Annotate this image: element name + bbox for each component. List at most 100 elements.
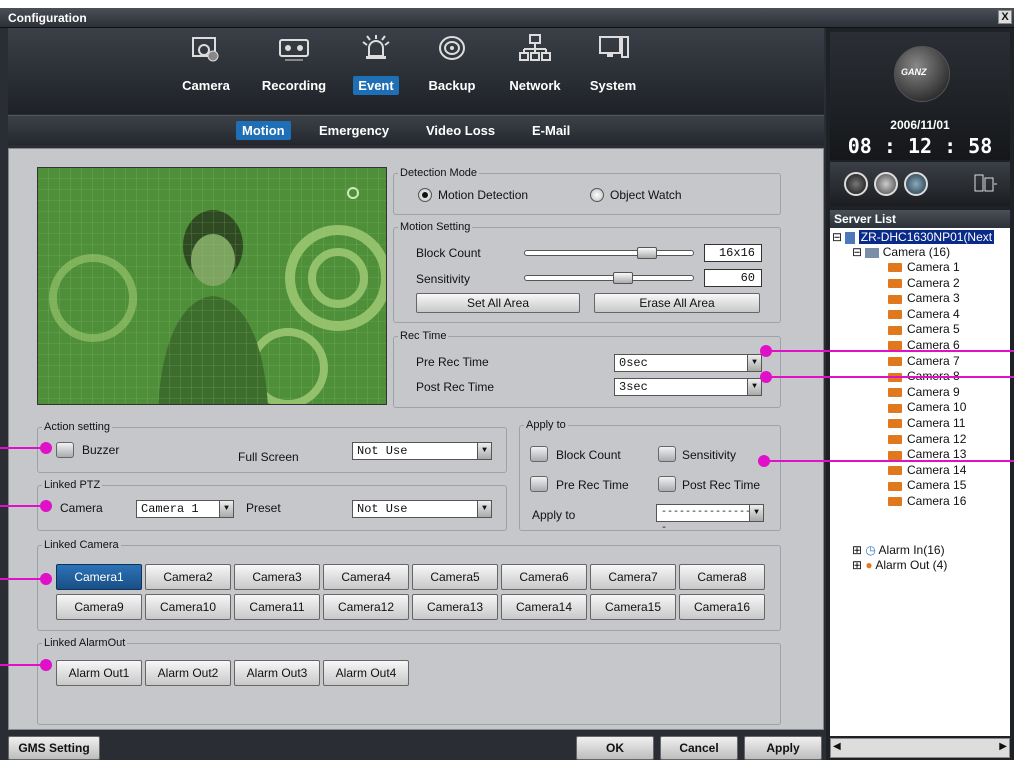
tree-server-node[interactable]: ⊟ ZR-DHC1630NP01(Next <box>832 230 995 245</box>
radio-label: Motion Detection <box>438 188 529 202</box>
linked-camera-button[interactable]: Camera1 <box>56 564 142 590</box>
layout-icon[interactable] <box>974 174 998 194</box>
callout-line <box>766 376 1014 378</box>
tree-camera-item[interactable]: Camera 4 <box>888 307 960 322</box>
sub-nav: Motion Emergency Video Loss E-Mail <box>8 115 824 145</box>
gms-setting-button[interactable]: GMS Setting <box>8 736 100 760</box>
linked-camera-button[interactable]: Camera13 <box>412 594 498 620</box>
sensitivity-slider[interactable] <box>524 272 694 284</box>
record-icon[interactable] <box>844 172 868 196</box>
preset-select[interactable]: Not Use ▼ <box>352 500 492 518</box>
camera-item-label: Camera 3 <box>907 291 960 306</box>
apply-button[interactable]: Apply <box>744 736 822 760</box>
tree-alarm-out[interactable]: ⊞ ● Alarm Out (4) <box>852 558 947 573</box>
tree-camera-item[interactable]: Camera 11 <box>888 416 965 431</box>
camera-item-icon <box>888 356 902 366</box>
apply-post-rec-time-checkbox[interactable] <box>658 476 676 492</box>
tree-camera-item[interactable]: Camera 5 <box>888 322 960 337</box>
tree-camera-item[interactable]: Camera 2 <box>888 276 960 291</box>
search-icon[interactable] <box>874 172 898 196</box>
linked-camera-button[interactable]: Camera11 <box>234 594 320 620</box>
linked-camera-button[interactable]: Camera9 <box>56 594 142 620</box>
linked-camera-button[interactable]: Camera10 <box>145 594 231 620</box>
linked-camera-button[interactable]: Camera14 <box>501 594 587 620</box>
select-value: 3sec <box>619 380 648 394</box>
apply-pre-rec-time-checkbox[interactable] <box>530 476 548 492</box>
tree-camera-item[interactable]: Camera 7 <box>888 354 960 369</box>
camera-item-icon <box>888 325 902 335</box>
tree-camera-item[interactable]: Camera 9 <box>888 385 960 400</box>
configuration-window: Configuration X Camera Recording Event B… <box>0 8 1014 760</box>
apply-to-select[interactable]: ----------------- ▼ <box>656 504 764 534</box>
tab-backup[interactable]: Backup <box>420 32 484 110</box>
buzzer-checkbox[interactable] <box>56 442 74 458</box>
tab-system[interactable]: System <box>582 32 644 110</box>
cancel-button[interactable]: Cancel <box>660 736 738 760</box>
alarm-out-1-button[interactable]: Alarm Out1 <box>56 660 142 686</box>
subtab-motion[interactable]: Motion <box>236 121 291 140</box>
camera-item-label: Camera 14 <box>907 462 967 477</box>
motion-detection-radio[interactable] <box>418 188 432 202</box>
post-rec-time-select[interactable]: 3sec ▼ <box>614 378 762 396</box>
ok-button[interactable]: OK <box>576 736 654 760</box>
set-all-area-button[interactable]: Set All Area <box>416 293 580 313</box>
linked-camera-button[interactable]: Camera4 <box>323 564 409 590</box>
ptz-camera-select[interactable]: Camera 1 ▼ <box>136 500 234 518</box>
tree-camera-item[interactable]: Camera 15 <box>888 478 966 493</box>
apply-sensitivity-checkbox[interactable] <box>658 446 676 462</box>
scroll-left-icon[interactable]: ◀ <box>833 741 841 752</box>
close-button[interactable]: X <box>998 10 1012 24</box>
tree-camera-item[interactable]: Camera 14 <box>888 463 966 478</box>
linked-camera-button[interactable]: Camera12 <box>323 594 409 620</box>
tab-camera[interactable]: Camera <box>176 32 236 110</box>
scroll-right-icon[interactable]: ▶ <box>999 741 1007 752</box>
subtab-emergency[interactable]: Emergency <box>313 121 395 140</box>
dropdown-arrow-icon: ▼ <box>477 501 491 517</box>
callout-dot <box>760 345 772 357</box>
block-count-slider[interactable] <box>524 247 694 259</box>
camera-item-label: Camera 7 <box>907 353 960 368</box>
linked-camera-button[interactable]: Camera5 <box>412 564 498 590</box>
object-watch-radio[interactable] <box>590 188 604 202</box>
linked-camera-button[interactable]: Camera15 <box>590 594 676 620</box>
linked-camera-button[interactable]: Camera8 <box>679 564 765 590</box>
camera-item-label: Camera 2 <box>907 275 960 290</box>
globe-icon[interactable] <box>904 172 928 196</box>
tree-camera-group[interactable]: ⊟ Camera (16) <box>852 245 950 260</box>
tab-label: Camera <box>182 78 230 93</box>
tab-event[interactable]: Event <box>346 32 406 110</box>
alarm-out-4-button[interactable]: Alarm Out4 <box>323 660 409 686</box>
subtab-video-loss[interactable]: Video Loss <box>420 121 501 140</box>
tree-camera-item[interactable]: Camera 3 <box>888 291 960 306</box>
motion-area-video[interactable] <box>37 167 387 405</box>
horizontal-scrollbar[interactable]: ◀ ▶ <box>830 738 1010 758</box>
tree-camera-item[interactable]: Camera 12 <box>888 432 966 447</box>
alarm-out-3-button[interactable]: Alarm Out3 <box>234 660 320 686</box>
tree-camera-item[interactable]: Camera 1 <box>888 260 960 275</box>
linked-camera-button[interactable]: Camera6 <box>501 564 587 590</box>
callout-line <box>764 460 1014 462</box>
camera-item-icon <box>888 450 902 460</box>
camera-item-label: Camera 4 <box>907 306 960 321</box>
linked-camera-button[interactable]: Camera3 <box>234 564 320 590</box>
linked-camera-button[interactable]: Camera7 <box>590 564 676 590</box>
tab-network[interactable]: Network <box>500 32 570 110</box>
erase-all-area-button[interactable]: Erase All Area <box>594 293 760 313</box>
full-screen-select[interactable]: Not Use ▼ <box>352 442 492 460</box>
tree-alarm-in[interactable]: ⊞ ◷ Alarm In(16) <box>852 543 945 558</box>
tree-camera-item[interactable]: Camera 10 <box>888 400 966 415</box>
camera-item-icon <box>888 497 902 507</box>
camera-item-icon <box>888 434 902 444</box>
toolbar <box>830 162 1010 206</box>
tree-camera-item[interactable]: Camera 16 <box>888 494 966 509</box>
block-count-thumb[interactable] <box>637 247 657 259</box>
alarm-out-2-button[interactable]: Alarm Out2 <box>145 660 231 686</box>
sensitivity-thumb[interactable] <box>613 272 633 284</box>
linked-camera-button[interactable]: Camera16 <box>679 594 765 620</box>
apply-block-count-checkbox[interactable] <box>530 446 548 462</box>
linked-camera-button[interactable]: Camera2 <box>145 564 231 590</box>
pre-rec-time-select[interactable]: 0sec ▼ <box>614 354 762 372</box>
tab-recording[interactable]: Recording <box>256 32 332 110</box>
network-icon <box>519 34 551 61</box>
subtab-email[interactable]: E-Mail <box>526 121 576 140</box>
